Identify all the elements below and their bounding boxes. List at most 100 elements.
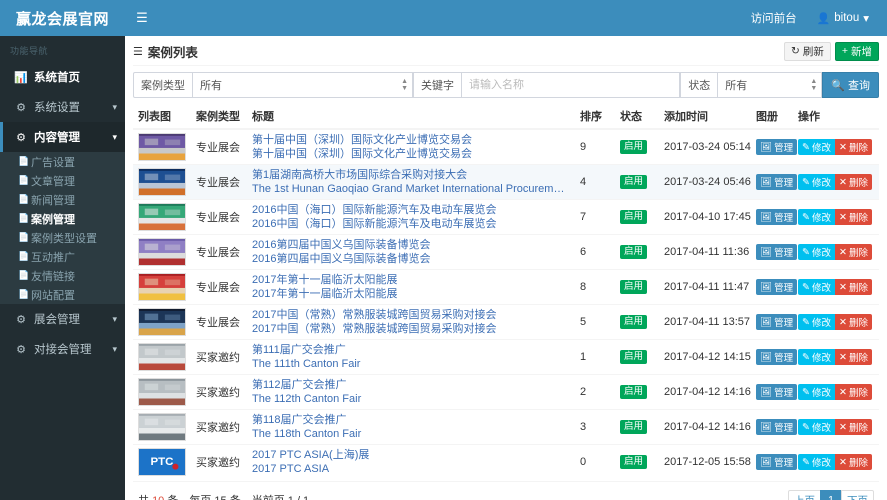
table-row[interactable]: 专业展会 第十届中国（深圳）国际文化产业博览交易会 第十届中国（深圳）国际文化产业博… — [133, 128, 879, 165]
album-manage-button[interactable]: 🖼 管理 — [756, 244, 798, 260]
case-title-cn[interactable]: 2017中国（常熟）常熟服装城跨国贸易采购对接会 — [252, 308, 570, 322]
sidebar-subitem-ads[interactable]: 📄 广告设置 — [0, 152, 125, 171]
case-title-en[interactable]: 2017 PTC ASIA — [252, 462, 570, 476]
album-manage-button[interactable]: 🖼 管理 — [756, 209, 798, 225]
expo-stage-blue-thumbnail-image[interactable] — [138, 168, 186, 196]
delete-button[interactable]: ✕ 删除 — [834, 454, 872, 470]
pagination-next[interactable]: 下页 — [841, 490, 874, 500]
album-manage-button[interactable]: 🖼 管理 — [756, 139, 798, 155]
state-select[interactable]: 所有 ▲ ▼ — [718, 72, 823, 98]
edit-button[interactable]: ✎ 修改 — [798, 384, 835, 400]
delete-button[interactable]: ✕ 删除 — [834, 314, 872, 330]
delete-button[interactable]: ✕ 删除 — [834, 349, 872, 365]
menu-toggle-button[interactable]: ☰ — [125, 0, 159, 36]
delete-button[interactable]: ✕ 删除 — [834, 209, 872, 225]
case-title-en[interactable]: 2016中国（海口）国际新能源汽车及电动车展览会 — [252, 217, 570, 231]
app-logo[interactable]: 赢龙会展官网 — [0, 0, 125, 36]
cell-thumbnail — [133, 234, 191, 270]
album-manage-button[interactable]: 🖼 管理 — [756, 384, 798, 400]
bus-street-thumbnail-image[interactable] — [138, 413, 186, 441]
expo-hall-green-thumbnail-image[interactable] — [138, 203, 186, 231]
edit-button[interactable]: ✎ 修改 — [798, 279, 835, 295]
edit-button[interactable]: ✎ 修改 — [798, 139, 835, 155]
album-manage-button[interactable]: 🖼 管理 — [756, 419, 798, 435]
album-manage-button[interactable]: 🖼 管理 — [756, 349, 798, 365]
sidebar-subitem-news[interactable]: 📄 新闻管理 — [0, 190, 125, 209]
case-title-en[interactable]: 2016第四届中国义乌国际装备博览会 — [252, 252, 570, 266]
case-type-select[interactable]: 所有 ▲ ▼ — [193, 72, 413, 98]
case-title-cn[interactable]: 第1届湖南高桥大市场国际综合采购对接大会 — [252, 168, 570, 182]
album-manage-button[interactable]: 🖼 管理 — [756, 174, 798, 190]
refresh-button[interactable]: ↻ 刷新 — [784, 41, 831, 61]
cell-title: 第118届广交会推广 The 118th Canton Fair — [247, 409, 575, 445]
sidebar-item-matchmaking[interactable]: ⚙ 对接会管理 ▾ — [0, 334, 125, 364]
pagination-prev[interactable]: 上页 — [788, 490, 821, 500]
edit-button[interactable]: ✎ 修改 — [798, 174, 835, 190]
added-time-value: 2017-03-24 05:14 — [664, 141, 751, 153]
edit-button[interactable]: ✎ 修改 — [798, 454, 835, 470]
delete-button[interactable]: ✕ 删除 — [834, 174, 872, 190]
case-title-en[interactable]: The 111th Canton Fair — [252, 357, 570, 371]
sidebar-subitem-cases[interactable]: 📄 案例管理 — [0, 209, 125, 228]
case-title-cn[interactable]: 第111届广交会推广 — [252, 343, 570, 357]
edit-button[interactable]: ✎ 修改 — [798, 209, 835, 225]
case-title-cn[interactable]: 第十届中国（深圳）国际文化产业博览交易会 — [252, 133, 570, 147]
sidebar-item-content[interactable]: ⚙ 内容管理 ▾ — [0, 122, 125, 152]
album-manage-button[interactable]: 🖼 管理 — [756, 314, 798, 330]
delete-button[interactable]: ✕ 删除 — [834, 139, 872, 155]
file-icon: 📄 — [18, 213, 30, 223]
expo-stage-purple-thumbnail-image[interactable] — [138, 133, 186, 161]
edit-button[interactable]: ✎ 修改 — [798, 244, 835, 260]
sidebar-item-exhibition[interactable]: ⚙ 展会管理 ▾ — [0, 304, 125, 334]
delete-button[interactable]: ✕ 删除 — [834, 419, 872, 435]
ptc-logo-thumbnail-image[interactable]: PTC — [138, 448, 186, 476]
table-row[interactable]: 专业展会 2017年第十一届临沂太阳能展 2017年第十一届临沂太阳能展 8 启用 201… — [133, 269, 879, 305]
case-title-cn[interactable]: 2016中国（海口）国际新能源汽车及电动车展览会 — [252, 203, 570, 217]
sidebar-item-home[interactable]: 📊 系统首页 — [0, 62, 125, 92]
user-menu[interactable]: 👤 bitou ▾ — [807, 0, 879, 36]
table-row[interactable]: 专业展会 第1届湖南高桥大市场国际综合采购对接大会 The 1st Hunan Ga… — [133, 164, 879, 200]
case-title-en[interactable]: The 1st Hunan Gaoqiao Grand Market Inter… — [252, 182, 570, 196]
table-row[interactable]: 买家邀约 第118届广交会推广 The 118th Canton Fair 3 启用 20… — [133, 409, 879, 445]
case-title-cn[interactable]: 第118届广交会推广 — [252, 413, 570, 427]
edit-button[interactable]: ✎ 修改 — [798, 419, 835, 435]
case-title-cn[interactable]: 2016第四届中国义乌国际装备博览会 — [252, 238, 570, 252]
airport-crowd-thumbnail-image[interactable] — [138, 378, 186, 406]
table-row[interactable]: 专业展会 2016第四届中国义乌国际装备博览会 2016第四届中国义乌国际装备博览会… — [133, 234, 879, 270]
visit-frontend-link[interactable]: 访问前台 — [741, 0, 807, 36]
album-manage-button[interactable]: 🖼 管理 — [756, 279, 798, 295]
table-row[interactable]: 买家邀约 第112届广交会推广 The 112th Canton Fair 2 启用 20… — [133, 374, 879, 410]
sidebar-subitem-site-config[interactable]: 📄 网站配置 — [0, 285, 125, 304]
delete-button[interactable]: ✕ 删除 — [834, 244, 872, 260]
edit-button[interactable]: ✎ 修改 — [798, 314, 835, 330]
case-title-en[interactable]: 2017年第十一届临沂太阳能展 — [252, 287, 570, 301]
sidebar-item-settings[interactable]: ⚙ 系统设置 ▾ — [0, 92, 125, 122]
expo-crowd-violet-thumbnail-image[interactable] — [138, 238, 186, 266]
search-button[interactable]: 🔍 查询 — [822, 72, 879, 98]
sidebar-subitem-promotion[interactable]: 📄 互动推广 — [0, 247, 125, 266]
album-manage-button[interactable]: 🖼 管理 — [756, 454, 798, 470]
table-row[interactable]: 专业展会 2016中国（海口）国际新能源汽车及电动车展览会 2016中国（海口）国际… — [133, 199, 879, 235]
case-title-cn[interactable]: 2017年第十一届临沂太阳能展 — [252, 273, 570, 287]
sidebar-subitem-case-types[interactable]: 📄 案例类型设置 — [0, 228, 125, 247]
case-title-en[interactable]: 第十届中国（深圳）国际文化产业博览交易会 — [252, 147, 570, 161]
table-row[interactable]: PTC 买家邀约 2017 PTC ASIA(上海)展 2017 PTC ASIA 0 启… — [133, 444, 879, 479]
sidebar-subitem-articles[interactable]: 📄 文章管理 — [0, 171, 125, 190]
edit-button[interactable]: ✎ 修改 — [798, 349, 835, 365]
case-title-en[interactable]: 2017中国（常熟）常熟服装城跨国贸易采购对接会 — [252, 322, 570, 336]
keyword-input[interactable] — [462, 72, 681, 98]
expo-night-dark-thumbnail-image[interactable] — [138, 308, 186, 336]
airport-gray-thumbnail-image[interactable] — [138, 343, 186, 371]
delete-button[interactable]: ✕ 删除 — [834, 384, 872, 400]
add-button[interactable]: + 新增 — [834, 41, 879, 61]
case-title-cn[interactable]: 第112届广交会推广 — [252, 378, 570, 392]
case-title-en[interactable]: The 118th Canton Fair — [252, 427, 570, 441]
expo-red-banner-thumbnail-image[interactable] — [138, 273, 186, 301]
case-title-en[interactable]: The 112th Canton Fair — [252, 392, 570, 406]
sidebar-subitem-links[interactable]: 📄 友情链接 — [0, 266, 125, 285]
table-row[interactable]: 买家邀约 第111届广交会推广 The 111th Canton Fair 1 启用 20… — [133, 339, 879, 375]
case-title-cn[interactable]: 2017 PTC ASIA(上海)展 — [252, 448, 570, 462]
delete-button[interactable]: ✕ 删除 — [834, 279, 872, 295]
pagination-page-1[interactable]: 1 — [820, 490, 842, 500]
table-row[interactable]: 专业展会 2017中国（常熟）常熟服装城跨国贸易采购对接会 2017中国（常熟）常熟… — [133, 304, 879, 340]
